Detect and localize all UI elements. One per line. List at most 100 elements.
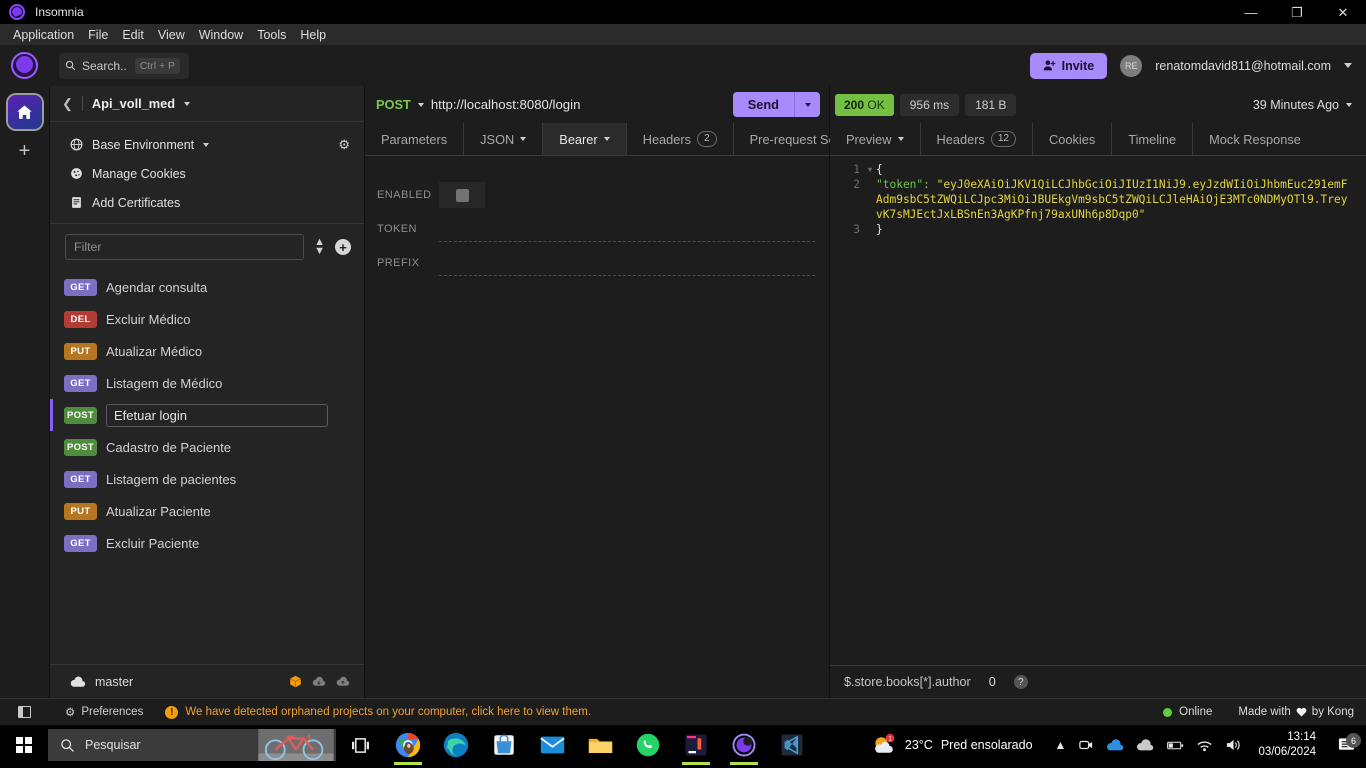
menu-item-help[interactable]: Help xyxy=(293,26,333,44)
tab-cookies-label: Cookies xyxy=(1049,131,1096,147)
tab-body-json[interactable]: JSON xyxy=(464,123,544,155)
show-hidden-icons-button[interactable]: ▲ xyxy=(1049,738,1073,752)
auth-token-row: TOKEN xyxy=(365,212,829,246)
home-button[interactable] xyxy=(7,95,42,129)
taskbar-edge-icon[interactable] xyxy=(432,725,480,765)
menu-item-edit[interactable]: Edit xyxy=(115,26,151,44)
close-button[interactable]: ✕ xyxy=(1320,0,1366,24)
tab-cookies[interactable]: Cookies xyxy=(1033,123,1113,155)
send-options-button[interactable] xyxy=(794,92,820,117)
filter-input[interactable] xyxy=(65,234,305,260)
response-history-dropdown[interactable]: 39 Minutes Ago xyxy=(1253,98,1352,112)
notification-center-button[interactable]: 6 xyxy=(1326,733,1366,754)
menu-item-tools[interactable]: Tools xyxy=(250,26,293,44)
request-name-label: Excluir Médico xyxy=(106,311,191,327)
weather-widget[interactable]: 1 23°C Pred ensolarado xyxy=(871,733,1033,757)
start-button[interactable] xyxy=(0,737,48,753)
request-list-item[interactable]: DEL Excluir Médico xyxy=(50,303,364,335)
preview-chevron-down-icon[interactable] xyxy=(897,137,904,141)
menu-item-application[interactable]: Application xyxy=(6,26,81,44)
fold-arrow-icon[interactable]: ▾ xyxy=(864,162,876,177)
orphaned-projects-warning[interactable]: ! We have detected orphaned projects on … xyxy=(165,705,591,719)
workspace-name[interactable]: Api_voll_med xyxy=(92,96,175,111)
taskbar-chrome-icon[interactable] xyxy=(384,725,432,765)
request-name-edit-input[interactable]: Efetuar login xyxy=(106,403,328,427)
request-method-label[interactable]: POST xyxy=(376,97,411,112)
taskbar-file-explorer-icon[interactable] xyxy=(576,725,624,765)
tab-response-headers[interactable]: Headers 12 xyxy=(921,123,1034,155)
method-chevron-down-icon[interactable] xyxy=(417,102,424,107)
auth-chevron-down-icon[interactable] xyxy=(603,137,610,141)
add-workspace-button[interactable]: + xyxy=(19,141,31,161)
maximize-button[interactable]: ❐ xyxy=(1274,0,1320,24)
body-chevron-down-icon[interactable] xyxy=(520,137,527,141)
request-list-item[interactable]: GET Listagem de pacientes xyxy=(50,463,364,495)
tab-headers[interactable]: Headers 2 xyxy=(627,123,734,155)
invite-button[interactable]: Invite xyxy=(1029,52,1108,79)
onedrive-blue-tray-icon[interactable] xyxy=(1100,738,1130,752)
taskbar-search-input[interactable]: Pesquisar xyxy=(48,729,336,761)
toggle-sidebar-button[interactable] xyxy=(0,706,49,718)
tab-preview[interactable]: Preview xyxy=(830,123,921,155)
onedrive-gray-tray-icon[interactable] xyxy=(1130,738,1160,752)
taskbar-insomnia-icon[interactable] xyxy=(720,725,768,765)
invite-button-label: Invite xyxy=(1061,58,1095,73)
request-list-item[interactable]: POST Cadastro de Paciente xyxy=(50,431,364,463)
camera-tray-icon[interactable] xyxy=(1072,738,1100,752)
sidebar-item-add-certificates[interactable]: Add Certificates xyxy=(50,188,364,217)
status-code: 200 xyxy=(844,97,865,112)
taskbar-whatsapp-icon[interactable] xyxy=(624,725,672,765)
tab-auth-bearer[interactable]: Bearer xyxy=(543,123,627,155)
insomnia-brand-icon[interactable] xyxy=(11,52,38,79)
back-chevron-icon[interactable]: ❮ xyxy=(62,96,73,112)
auth-enabled-checkbox[interactable] xyxy=(439,182,485,208)
status-badge[interactable]: 200 OK xyxy=(835,93,894,116)
taskbar-vscode-icon[interactable] xyxy=(768,725,816,765)
request-list-item[interactable]: POST Efetuar login xyxy=(50,399,364,431)
battery-tray-icon[interactable] xyxy=(1160,739,1190,752)
network-tray-icon[interactable] xyxy=(1190,738,1219,752)
response-body-viewer[interactable]: 1 ▾ { 2 "token": "eyJ0eXAiOiJKV1QiLCJhbG… xyxy=(830,156,1366,665)
tab-parameters[interactable]: Parameters xyxy=(365,123,465,155)
volume-tray-icon[interactable] xyxy=(1219,738,1248,752)
git-branch-label[interactable]: master xyxy=(95,675,133,689)
package-icon[interactable] xyxy=(289,675,302,688)
account-chevron-down-icon[interactable] xyxy=(1344,63,1352,68)
menu-item-file[interactable]: File xyxy=(81,26,115,44)
sort-icon[interactable]: ▲ ▼ xyxy=(314,236,325,256)
menu-item-view[interactable]: View xyxy=(151,26,192,44)
cloud-upload-icon[interactable] xyxy=(336,676,350,687)
sidebar-item-base-environment[interactable]: Base Environment ⚙ xyxy=(50,130,364,159)
tab-timeline[interactable]: Timeline xyxy=(1112,123,1194,155)
minimize-button[interactable]: — xyxy=(1228,0,1274,24)
onedrive-icon xyxy=(1107,738,1124,750)
workspace-chevron-down-icon[interactable] xyxy=(184,101,191,106)
environment-chevron-down-icon[interactable] xyxy=(203,142,210,147)
auth-token-input[interactable] xyxy=(439,216,815,242)
taskbar-mail-icon[interactable] xyxy=(528,725,576,765)
cloud-download-icon[interactable] xyxy=(312,676,326,687)
jsonpath-filter-input[interactable]: $.store.books[*].author xyxy=(844,675,971,689)
menu-item-window[interactable]: Window xyxy=(192,26,250,44)
global-search-input[interactable]: Search.. Ctrl + P xyxy=(59,52,189,79)
auth-prefix-input[interactable] xyxy=(439,250,815,276)
help-icon[interactable]: ? xyxy=(1013,675,1028,689)
tab-mock-response[interactable]: Mock Response xyxy=(1193,123,1317,155)
request-list-item[interactable]: GET Agendar consulta xyxy=(50,271,364,303)
request-list-item[interactable]: GET Listagem de Médico xyxy=(50,367,364,399)
request-list-item[interactable]: GET Excluir Paciente xyxy=(50,527,364,559)
taskbar-clock[interactable]: 13:14 03/06/2024 xyxy=(1248,730,1326,760)
sidebar-item-manage-cookies[interactable]: Manage Cookies xyxy=(50,159,364,188)
request-list-item[interactable]: PUT Atualizar Paciente xyxy=(50,495,364,527)
send-button[interactable]: Send xyxy=(732,92,794,117)
preferences-button[interactable]: ⚙ Preferences xyxy=(65,705,143,719)
url-input[interactable]: http://localhost:8080/login xyxy=(431,97,726,112)
add-request-button[interactable]: + xyxy=(335,239,351,255)
task-view-button[interactable] xyxy=(336,725,384,765)
taskbar-store-icon[interactable] xyxy=(480,725,528,765)
taskbar-intellij-icon[interactable] xyxy=(672,725,720,765)
avatar[interactable]: RE xyxy=(1120,54,1143,77)
gear-icon[interactable]: ⚙ xyxy=(338,137,350,153)
bicycle-thumbnail-icon xyxy=(258,729,334,761)
request-list-item[interactable]: PUT Atualizar Médico xyxy=(50,335,364,367)
